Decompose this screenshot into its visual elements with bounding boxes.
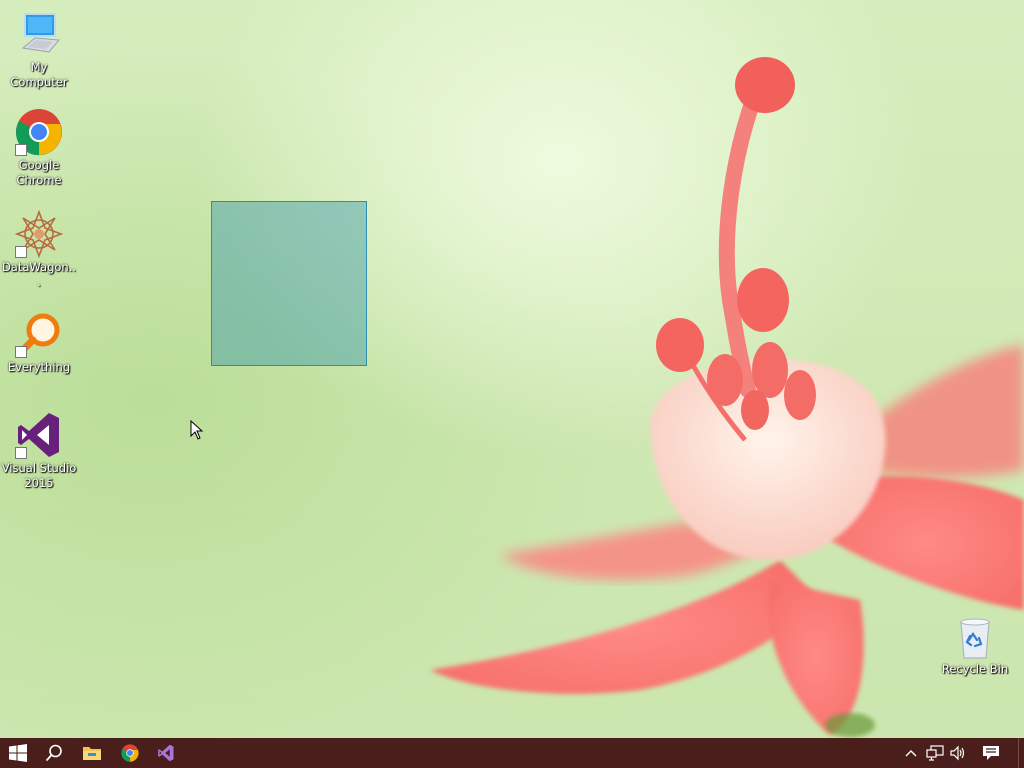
- start-button[interactable]: [0, 738, 36, 768]
- desktop-icon-label: My Computer: [10, 60, 68, 89]
- desktop-icon-label: DataWagon...: [1, 260, 77, 289]
- taskbar-chrome-button[interactable]: [112, 738, 148, 768]
- computer-icon: [21, 13, 60, 53]
- flower-wallpaper-art: [430, 57, 1024, 737]
- tray-action-center[interactable]: [978, 738, 1004, 768]
- desktop-wallpaper: [0, 0, 1024, 738]
- desktop-icon-label: Google Chrome: [16, 158, 62, 187]
- tray-volume[interactable]: [947, 738, 969, 768]
- tray-show-hidden-icons[interactable]: [900, 738, 922, 768]
- desktop-icon-visual-studio[interactable]: Visual Studio 2015: [1, 411, 77, 491]
- volume-icon: [950, 745, 965, 761]
- desktop-icon-datawagon[interactable]: DataWagon...: [1, 209, 77, 290]
- mouse-cursor-icon: [190, 420, 204, 440]
- desktop-icon-my-computer[interactable]: My Computer: [1, 10, 77, 90]
- windows-start-icon: [9, 744, 27, 762]
- taskbar-visual-studio-button[interactable]: [148, 738, 184, 768]
- chevron-up-icon: [905, 750, 917, 757]
- selection-rectangle: [211, 201, 367, 366]
- desktop-icon-everything[interactable]: Everything: [1, 310, 77, 375]
- desktop-icon-label: Visual Studio 2015: [1, 461, 77, 490]
- desktop-icon-label: Everything: [7, 360, 71, 374]
- shortcut-arrow-icon: [15, 447, 27, 459]
- tray-network[interactable]: [924, 738, 946, 768]
- shortcut-arrow-icon: [15, 144, 27, 156]
- taskbar-file-explorer-button[interactable]: [74, 738, 110, 768]
- desktop-icon-label: Recycle Bin: [941, 662, 1009, 676]
- desktop-icon-recycle-bin[interactable]: Recycle Bin: [937, 614, 1013, 677]
- file-explorer-icon: [83, 747, 101, 760]
- visual-studio-icon: [158, 744, 174, 762]
- desktop-icon-google-chrome[interactable]: Google Chrome: [1, 108, 77, 188]
- shortcut-arrow-icon: [15, 346, 27, 358]
- shortcut-arrow-icon: [15, 246, 27, 258]
- chrome-icon: [121, 744, 139, 762]
- search-icon: [45, 744, 62, 762]
- taskbar: [0, 738, 1024, 768]
- show-desktop-button[interactable]: [1018, 738, 1024, 768]
- action-center-icon: [983, 746, 999, 760]
- network-icon: [926, 745, 944, 761]
- recycle-bin-icon: [960, 618, 990, 659]
- taskbar-search-button[interactable]: [36, 738, 72, 768]
